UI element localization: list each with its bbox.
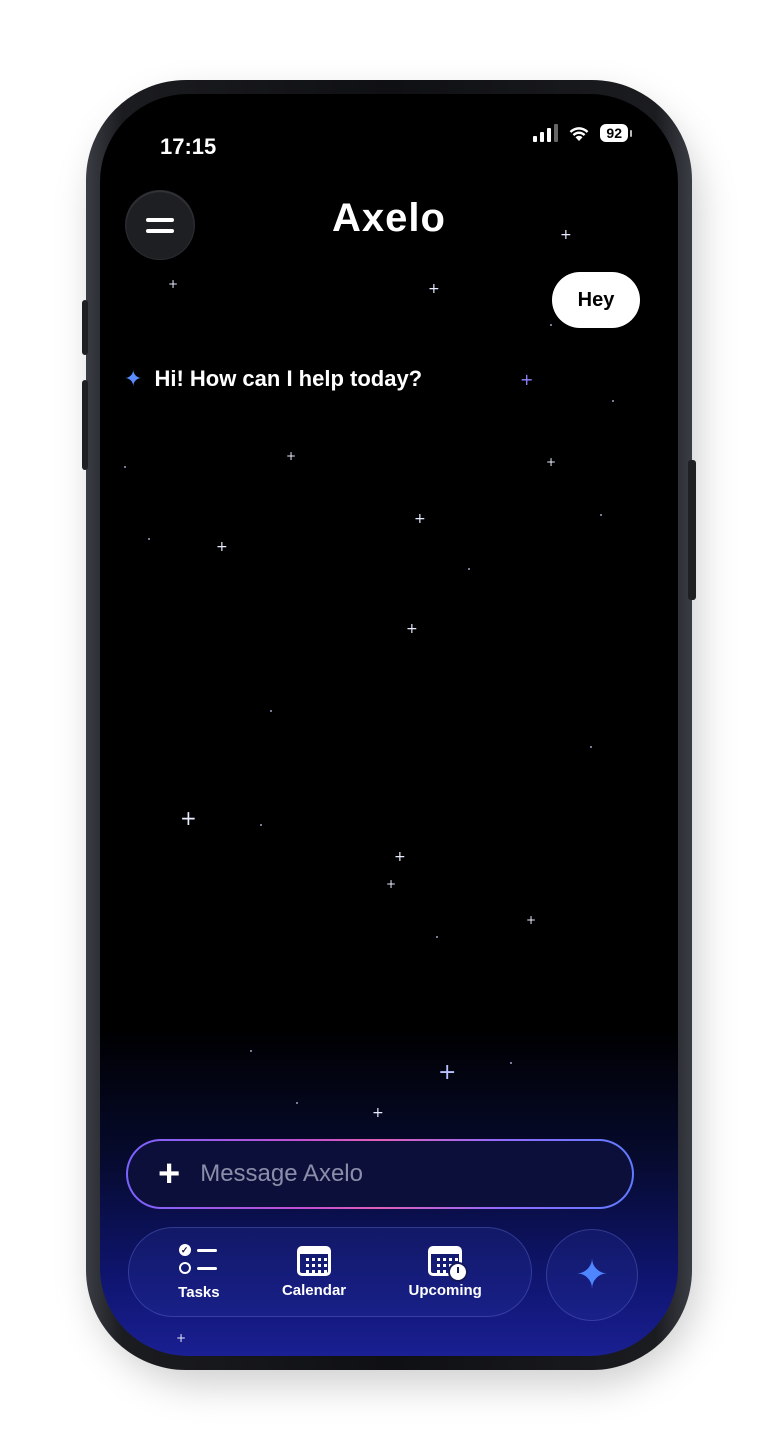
- assistant-message-text: Hi! How can I help today?: [154, 366, 423, 391]
- status-time: 17:15: [160, 134, 217, 159]
- message-input[interactable]: [198, 1159, 632, 1189]
- star-icon: +: [438, 1060, 457, 1085]
- star-dot: [468, 568, 470, 570]
- screen: + + + + + + + + + + + + + + + + 17:15 92…: [100, 94, 678, 1356]
- tasks-icon: ✓: [178, 1243, 219, 1278]
- tab-tasks[interactable]: ✓ Tasks: [178, 1243, 220, 1301]
- message-composer: +: [126, 1139, 634, 1209]
- assistant-message: ✦ Hi! How can I help today?: [124, 366, 422, 392]
- star-icon: +: [372, 1105, 384, 1121]
- tab-calendar[interactable]: Calendar: [281, 1245, 347, 1299]
- volume-down-button: [82, 380, 88, 470]
- add-attachment-button[interactable]: +: [158, 1155, 180, 1193]
- star-icon: +: [546, 455, 557, 469]
- battery-indicator: 92: [600, 124, 632, 142]
- cellular-signal-icon: [533, 124, 559, 142]
- clock-icon: [448, 1261, 469, 1282]
- star-icon: +: [180, 806, 197, 830]
- star-icon: +: [168, 277, 179, 291]
- app-title: Axelo: [332, 196, 446, 240]
- star-dot: [550, 324, 552, 326]
- tab-upcoming[interactable]: Upcoming: [408, 1245, 482, 1299]
- tab-label: Tasks: [178, 1283, 220, 1301]
- tab-label: Calendar: [281, 1281, 347, 1299]
- star-icon: +: [176, 1331, 187, 1345]
- star-icon: +: [428, 281, 440, 297]
- star-icon: +: [386, 877, 397, 891]
- star-dot: [124, 466, 126, 468]
- star-dot: [510, 1062, 512, 1064]
- star-icon: +: [406, 621, 418, 637]
- star-icon: +: [520, 370, 534, 389]
- star-dot: [270, 710, 272, 712]
- sparkle-icon: ✦: [575, 1252, 609, 1298]
- star-icon: +: [414, 511, 426, 527]
- ai-sparkle-button[interactable]: ✦: [546, 1229, 638, 1321]
- status-icons: 92: [533, 124, 632, 142]
- calendar-icon: [297, 1245, 332, 1276]
- user-message-bubble: Hey: [552, 272, 640, 328]
- star-dot: [296, 1102, 298, 1104]
- tab-label: Upcoming: [408, 1281, 482, 1299]
- star-dot: [590, 746, 592, 748]
- sparkle-icon: ✦: [124, 366, 143, 392]
- star-dot: [436, 936, 438, 938]
- star-dot: [250, 1050, 252, 1052]
- star-icon: +: [286, 449, 297, 463]
- volume-up-button: [82, 300, 88, 355]
- side-button: [688, 460, 696, 600]
- star-dot: [260, 824, 262, 826]
- star-icon: +: [394, 849, 406, 865]
- star-icon: +: [216, 539, 228, 555]
- tab-bar: ✓ Tasks Calendar Upcoming: [128, 1227, 532, 1317]
- star-dot: [600, 514, 602, 516]
- star-dot: [148, 538, 150, 540]
- upcoming-icon: [428, 1245, 469, 1282]
- star-dot: [612, 400, 614, 402]
- wifi-icon: [570, 126, 589, 141]
- star-icon: +: [526, 913, 537, 927]
